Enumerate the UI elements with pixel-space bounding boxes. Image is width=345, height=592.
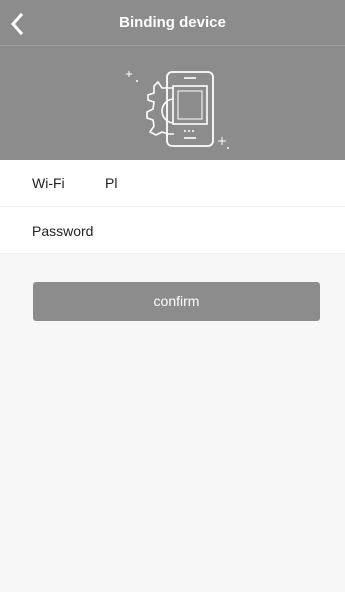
navigation-bar: Binding device [0, 0, 345, 46]
binding-device-screen: Binding device Wi-Fi Pl confirm [0, 0, 345, 592]
confirm-button[interactable]: confirm [33, 282, 320, 321]
password-row [0, 207, 345, 254]
phone-gear-icon [126, 71, 229, 149]
wifi-row: Wi-Fi Pl [0, 160, 345, 207]
page-title: Binding device [119, 14, 226, 31]
wifi-ssid-value[interactable]: Pl [105, 160, 117, 207]
wifi-label: Wi-Fi [32, 175, 65, 191]
header-panel: Binding device [0, 0, 345, 160]
password-input[interactable] [32, 207, 312, 254]
wifi-form: Wi-Fi Pl [0, 160, 345, 254]
